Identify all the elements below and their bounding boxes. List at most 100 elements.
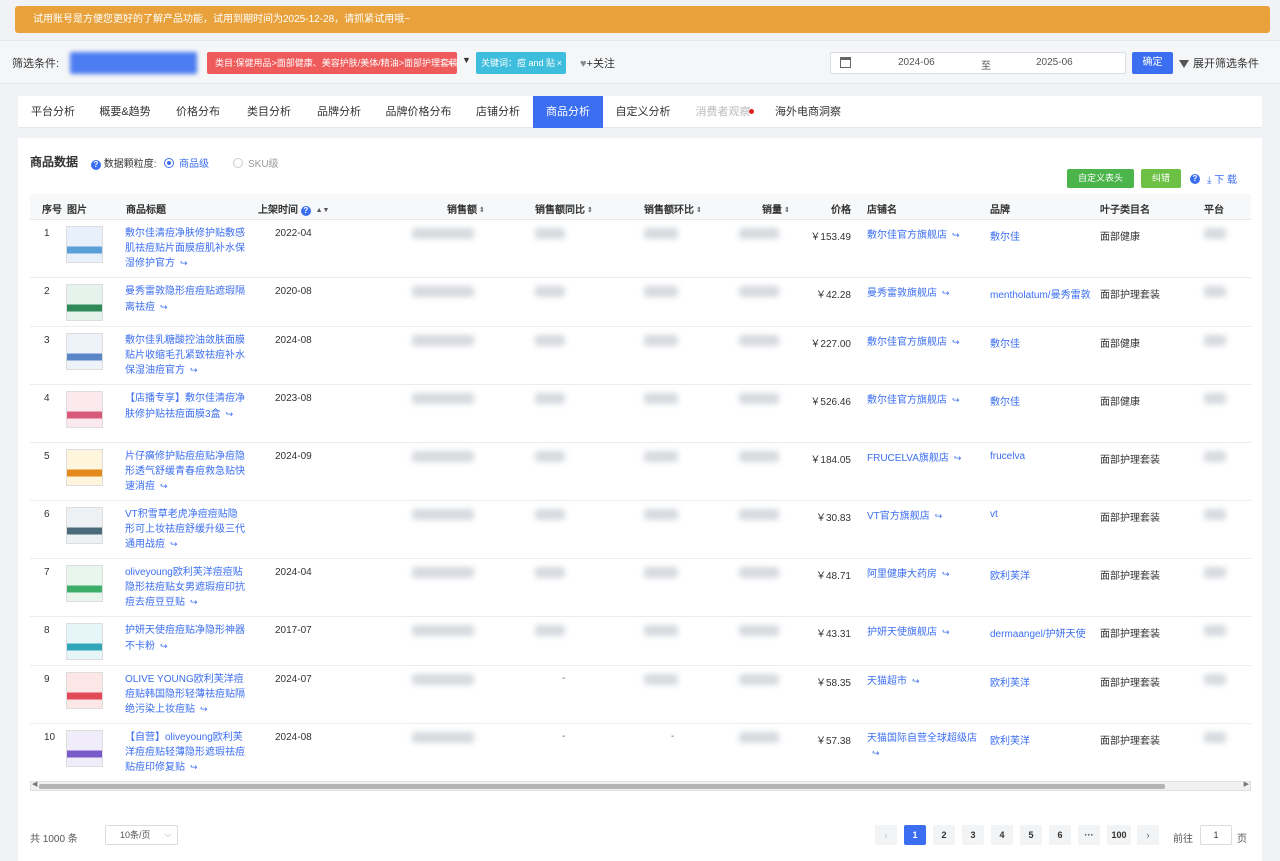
page-button[interactable]: 100 (1107, 825, 1131, 845)
product-title-link[interactable]: 护妍天使痘痘贴净隐形神器不卡粉 ↪ (125, 624, 247, 654)
product-title-text[interactable]: 片仔癀修护贴痘痘贴净痘隐形透气舒缓青春痘救急贴快速消痘 (125, 451, 245, 492)
shop-name-text[interactable]: 阿里健康大药房 (867, 569, 937, 580)
brand-link[interactable]: frucelva (990, 451, 1094, 462)
scroll-right-icon[interactable]: ▶ (1244, 780, 1249, 788)
col-volume[interactable]: 销量 ⇕ (762, 201, 790, 216)
external-link-icon[interactable]: ↪ (942, 286, 950, 300)
granularity-option-sku[interactable]: SKU级 (233, 155, 279, 170)
product-title-link[interactable]: 敷尔佳清痘净肤修护贴敷感肌祛痘贴片面膜痘肌补水保湿修护官方 ↪ (125, 227, 247, 272)
date-range-picker[interactable]: 2024-06 至 2025-06 (830, 52, 1126, 74)
more-pages-button[interactable]: ··· (1078, 825, 1100, 845)
external-link-icon[interactable]: ↪ (190, 595, 198, 610)
granularity-option-product[interactable]: 商品级 (164, 155, 209, 170)
product-title-link[interactable]: oliveyoung欧利芙洋痘痘贴隐形祛痘贴女男遮瑕痘印抗痘去痘豆豆贴 ↪ (125, 566, 247, 611)
external-link-icon[interactable]: ↪ (954, 451, 962, 465)
platform-select[interactable] (70, 52, 197, 74)
scroll-left-icon[interactable]: ◀ (32, 780, 37, 788)
horizontal-scrollbar[interactable]: ◀ ▶ (30, 781, 1251, 791)
shop-name-link[interactable]: FRUCELVA旗舰店 ↪ (867, 451, 987, 466)
scrollbar-thumb[interactable] (39, 784, 1165, 789)
product-title-link[interactable]: 【店播专享】敷尔佳清痘净肤修护贴祛痘面膜3盒 ↪ (125, 392, 247, 422)
keyword-tag-close-icon[interactable]: × (557, 52, 562, 74)
external-link-icon[interactable]: ↪ (952, 335, 960, 349)
product-image[interactable] (66, 284, 103, 321)
tab-custom-analysis[interactable]: 自定义分析 (603, 96, 683, 128)
product-title-link[interactable]: 【自营】oliveyoung欧利芙洋痘痘贴轻薄隐形遮瑕祛痘贴痘印修复贴 ↪ (125, 731, 247, 776)
external-link-icon[interactable]: ↪ (160, 639, 168, 654)
expand-filters-button[interactable]: 展开筛选条件 (1179, 55, 1259, 71)
brand-link[interactable]: 敷尔佳 (990, 228, 1094, 243)
keyword-filter-tag[interactable]: 关键词：痘 and 贴 × (476, 52, 566, 74)
tab-price-distribution[interactable]: 价格分布 (162, 96, 234, 128)
product-title-text[interactable]: 护妍天使痘痘贴净隐形神器不卡粉 (125, 625, 245, 652)
product-title-link[interactable]: OLIVE YOUNG欧利芙洋痘痘贴韩国隐形轻薄祛痘贴隔绝污染上妆痘贴 ↪ (125, 673, 247, 718)
shop-name-link[interactable]: 曼秀雷敦旗舰店 ↪ (867, 286, 987, 301)
download-button[interactable]: ⤓ 下 载 (1207, 171, 1237, 186)
shop-name-link[interactable]: 阿里健康大药房 ↪ (867, 567, 987, 582)
shop-name-link[interactable]: VT官方旗舰店 ↪ (867, 509, 987, 524)
shop-name-link[interactable]: 敷尔佳官方旗舰店 ↪ (867, 393, 987, 408)
page-button[interactable]: 2 (933, 825, 955, 845)
external-link-icon[interactable]: ↪ (170, 537, 178, 552)
date-start[interactable]: 2024-06 (898, 57, 935, 68)
external-link-icon[interactable]: ↪ (226, 407, 234, 422)
brand-link[interactable]: dermaangel/护妍天使 (990, 625, 1094, 640)
tab-shop-analysis[interactable]: 店铺分析 (463, 96, 533, 128)
question-circle-icon[interactable]: ? (1190, 174, 1200, 184)
shop-name-text[interactable]: 敷尔佳官方旗舰店 (867, 337, 947, 348)
page-button[interactable]: 1 (904, 825, 926, 845)
shop-name-text[interactable]: 天猫国际自营全球超级店 (867, 733, 977, 744)
external-link-icon[interactable]: ↪ (935, 509, 943, 523)
sort-icon[interactable]: ⇕ (784, 206, 790, 214)
question-circle-icon[interactable]: ? (300, 206, 311, 216)
product-title-text[interactable]: VT积雪草老虎净痘痘贴隐形可上妆祛痘舒缓升级三代通用战痘 (125, 509, 245, 550)
shop-name-text[interactable]: 敷尔佳官方旗舰店 (867, 395, 947, 406)
product-title-text[interactable]: 【自营】oliveyoung欧利芙洋痘痘贴轻薄隐形遮瑕祛痘贴痘印修复贴 (125, 732, 245, 773)
product-title-link[interactable]: 敷尔佳乳糖酸控油敛肤面膜贴片收缩毛孔紧致祛痘补水保湿油痘官方 ↪ (125, 334, 247, 379)
external-link-icon[interactable]: ↪ (942, 567, 950, 581)
shop-name-link[interactable]: 敷尔佳官方旗舰店 ↪ (867, 228, 987, 243)
product-title-text[interactable]: 敷尔佳乳糖酸控油敛肤面膜贴片收缩毛孔紧致祛痘补水保湿油痘官方 (125, 335, 245, 376)
col-sales-mom[interactable]: 销售额环比 ⇕ (644, 201, 702, 216)
sort-icon[interactable]: ⇕ (479, 206, 485, 214)
tab-platform-analysis[interactable]: 平台分析 (18, 96, 88, 128)
external-link-icon[interactable]: ↪ (942, 625, 950, 639)
product-title-link[interactable]: 曼秀雷敦隐形痘痘贴遮瑕隔离祛痘 ↪ (125, 285, 247, 315)
category-filter-tag[interactable]: 类目:保健用品>面部健康、美容护肤/美体/精油>面部护理套装 × (207, 52, 457, 74)
external-link-icon[interactable]: ↪ (200, 702, 208, 717)
product-image[interactable] (66, 333, 103, 370)
shop-name-text[interactable]: 天猫超市 (867, 676, 907, 687)
shop-name-link[interactable]: 天猫国际自营全球超级店 ↪ (867, 732, 987, 761)
page-button[interactable]: 6 (1049, 825, 1071, 845)
brand-link[interactable]: 欧利芙洋 (990, 674, 1094, 689)
product-image[interactable] (66, 449, 103, 486)
external-link-icon[interactable]: ↪ (180, 256, 188, 271)
shop-name-text[interactable]: VT官方旗舰店 (867, 511, 930, 522)
product-image[interactable] (66, 730, 103, 767)
product-title-link[interactable]: VT积雪草老虎净痘痘贴隐形可上妆祛痘舒缓升级三代通用战痘 ↪ (125, 508, 247, 553)
col-sales-yoy[interactable]: 销售额同比 ⇕ (535, 201, 593, 216)
shop-name-link[interactable]: 敷尔佳官方旗舰店 ↪ (867, 335, 987, 350)
brand-link[interactable]: 敷尔佳 (990, 335, 1094, 350)
shop-name-text[interactable]: 敷尔佳官方旗舰店 (867, 230, 947, 241)
brand-link[interactable]: mentholatum/曼秀雷敦 (990, 286, 1094, 301)
external-link-icon[interactable]: ↪ (160, 300, 168, 315)
external-link-icon[interactable]: ↪ (872, 746, 880, 760)
sort-icon[interactable]: ⇕ (696, 206, 702, 214)
prev-page-button[interactable]: ‹ (875, 825, 897, 845)
question-circle-icon[interactable]: ? (91, 160, 101, 170)
page-size-select[interactable]: 10条/页 ⌵ (105, 825, 178, 845)
shop-name-link[interactable]: 护妍天使旗舰店 ↪ (867, 625, 987, 640)
confirm-button[interactable]: 确定 (1132, 52, 1173, 74)
follow-button[interactable]: ♥+关注 (580, 55, 615, 71)
tab-product-analysis[interactable]: 商品分析 (533, 96, 603, 128)
external-link-icon[interactable]: ↪ (190, 760, 198, 775)
shop-name-text[interactable]: FRUCELVA旗舰店 (867, 453, 949, 464)
brand-link[interactable]: 欧利芙洋 (990, 567, 1094, 582)
sort-icon[interactable]: ⇕ (587, 206, 593, 214)
shop-name-text[interactable]: 曼秀雷敦旗舰店 (867, 288, 937, 299)
brand-link[interactable]: 欧利芙洋 (990, 732, 1094, 747)
page-button[interactable]: 5 (1020, 825, 1042, 845)
tab-brand-analysis[interactable]: 品牌分析 (304, 96, 374, 128)
shop-name-link[interactable]: 天猫超市 ↪ (867, 674, 987, 689)
